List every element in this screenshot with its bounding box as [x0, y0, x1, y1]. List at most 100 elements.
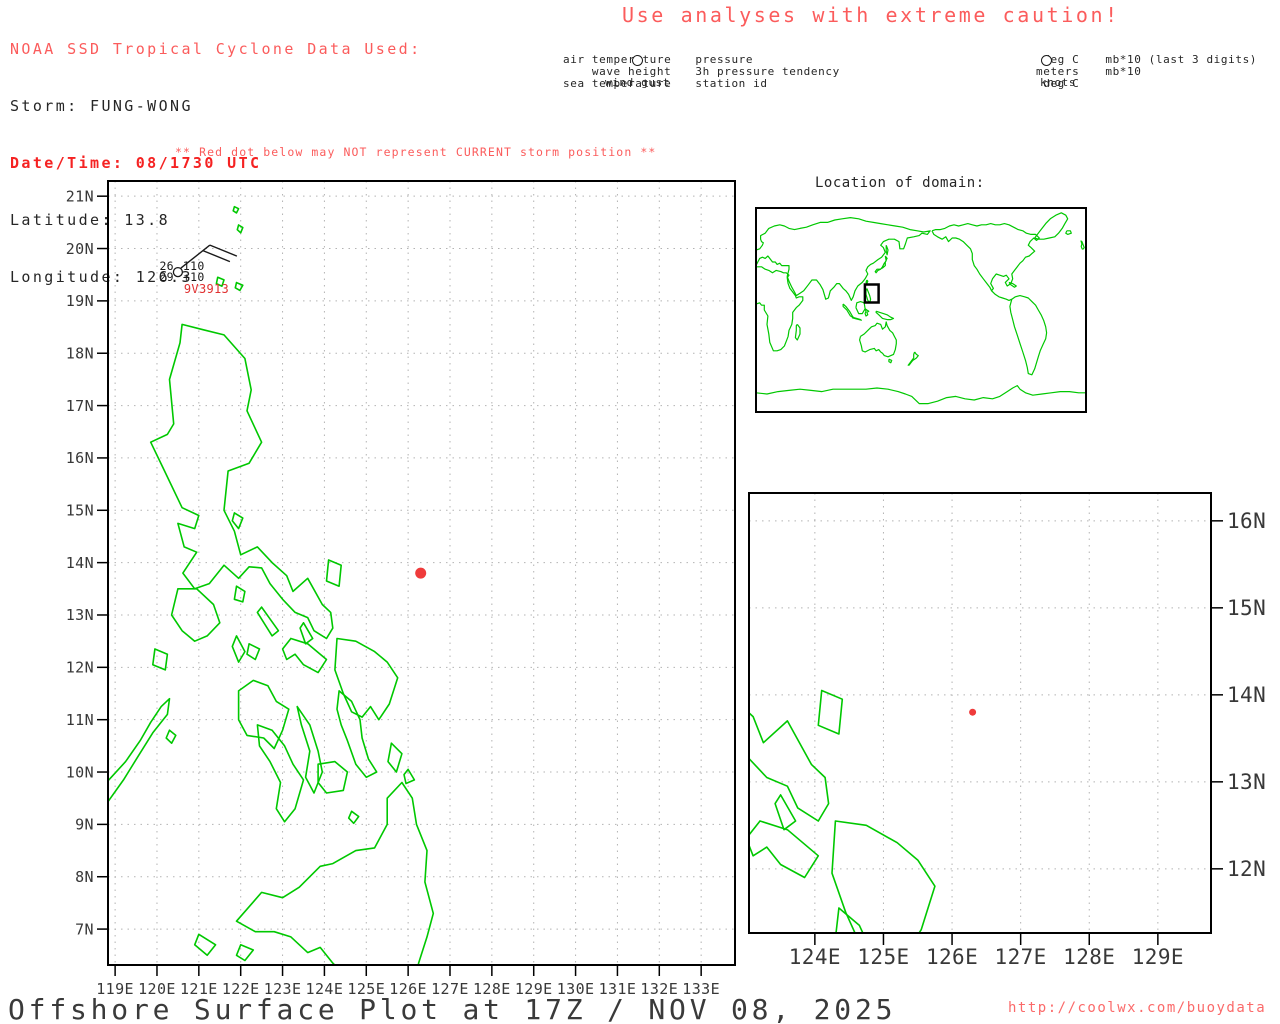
coastline: [1066, 231, 1072, 235]
coastline: [756, 386, 1086, 404]
x-axis-label: 125E: [857, 945, 909, 969]
tc-header-storm-line: Storm: FUNG-WONG: [10, 97, 422, 116]
storm-position-dot: [415, 568, 426, 579]
main-map: 2629110+109V3913119E120E121E122E123E124E…: [55, 172, 760, 998]
coastline: [235, 283, 243, 291]
y-axis-label: 15N: [1227, 596, 1266, 620]
coastline: [672, 134, 681, 147]
y-axis-label: 16N: [1227, 509, 1266, 533]
coastline: [195, 934, 216, 955]
coastline: [237, 225, 243, 233]
coastline: [908, 352, 918, 365]
unit-wind-gust: knots: [1040, 76, 1076, 89]
station-sea-temp: 29: [159, 270, 173, 284]
y-axis-label: 17N: [66, 397, 94, 415]
coastline: [852, 317, 861, 320]
coastline: [327, 560, 342, 586]
coastline: [404, 769, 414, 783]
footer-title: Offshore Surface Plot at 17Z / NOV 08, 2…: [8, 993, 896, 1024]
unit-pressure-tendency: mb*10: [1105, 65, 1141, 78]
domain-extent-rect: [865, 285, 879, 303]
coastline: [795, 324, 800, 340]
station-circle-icon: [632, 55, 643, 66]
coastline: [233, 207, 238, 213]
key-wind-gust: wind gust: [565, 76, 710, 89]
coastline: [232, 636, 245, 662]
coastline: [876, 311, 893, 319]
coastline: [865, 309, 869, 316]
coastline: [234, 586, 245, 602]
coastline: [932, 224, 1039, 291]
map-content: 2629110+109V3913: [38, 181, 735, 984]
y-axis-label: 13N: [66, 606, 94, 624]
coastline: [886, 245, 888, 255]
coastline: [237, 945, 254, 961]
y-axis-label: 11N: [66, 711, 94, 729]
station-circle-icon: [1041, 55, 1052, 66]
y-axis-label: 13N: [1227, 770, 1266, 794]
coastline: [239, 680, 289, 748]
coastline: [153, 649, 168, 670]
y-axis-label: 12N: [1227, 857, 1266, 881]
warning-note: ** Red dot below may NOT represent CURRE…: [175, 145, 656, 159]
y-axis-label: 14N: [1227, 683, 1266, 707]
y-axis-label: 10N: [66, 763, 94, 781]
coastline: [1081, 241, 1084, 249]
y-axis-label: 21N: [66, 187, 94, 205]
map-frame: [749, 493, 1211, 933]
domain-map: [750, 200, 1090, 420]
coastline: [166, 730, 176, 743]
y-axis-label: 18N: [66, 344, 94, 362]
coastline: [1009, 282, 1016, 287]
coastline: [247, 644, 260, 660]
coastline: [818, 691, 842, 735]
y-axis-label: 9N: [75, 816, 94, 834]
y-axis-label: 19N: [66, 292, 94, 310]
station-circle-icon: [173, 268, 182, 277]
caution-banner: Use analyses with extreme caution!: [622, 3, 1120, 27]
x-axis-label: 126E: [926, 945, 978, 969]
footer-url: http://coolwx.com/buoydata: [1008, 1000, 1266, 1016]
station-id: 9V3913: [184, 282, 229, 296]
coastline: [775, 795, 796, 830]
coastline: [300, 623, 313, 644]
coastline: [232, 513, 243, 529]
surface-plot-page: NOAA SSD Tropical Cyclone Data Used: Sto…: [0, 0, 1280, 1024]
coastline: [318, 762, 347, 793]
coastline: [889, 359, 892, 363]
y-axis-label: 8N: [75, 868, 94, 886]
x-axis-label: 128E: [1063, 945, 1115, 969]
coastline: [992, 291, 1012, 301]
y-axis-label: 14N: [66, 554, 94, 572]
y-axis-label: 12N: [66, 659, 94, 677]
coastline: [388, 743, 402, 772]
coastline: [866, 280, 868, 284]
coastline: [866, 288, 871, 302]
storm-position-dot: [969, 709, 976, 716]
y-axis-label: 15N: [66, 502, 94, 520]
y-axis-label: 20N: [66, 240, 94, 258]
x-axis-label: 124E: [789, 945, 841, 969]
coastline: [1035, 213, 1068, 239]
coastline: [349, 811, 359, 823]
coastline: [257, 607, 278, 636]
y-axis-label: 7N: [75, 920, 94, 938]
coastline: [919, 995, 942, 1024]
coastline: [38, 699, 170, 856]
coastline: [237, 783, 434, 985]
domain-map-title: Location of domain:: [815, 175, 985, 191]
zoom-map: 124E 125E 126E 127E 128E 129E 16N 15N 14N 13N 12N: [735, 485, 1280, 990]
x-axis-label: 127E: [995, 945, 1047, 969]
x-axis-label: 129E: [1132, 945, 1184, 969]
coastline: [875, 256, 887, 273]
coastline: [283, 639, 327, 673]
y-axis-label: 16N: [66, 449, 94, 467]
coastline: [1010, 296, 1047, 375]
coastline: [756, 218, 930, 301]
tc-header-noaa-line: NOAA SSD Tropical Cyclone Data Used:: [10, 40, 422, 59]
coastline: [665, 103, 674, 114]
map-content: [756, 213, 1086, 404]
coastline: [843, 304, 853, 317]
coastline: [860, 322, 897, 357]
coastline: [337, 691, 377, 777]
